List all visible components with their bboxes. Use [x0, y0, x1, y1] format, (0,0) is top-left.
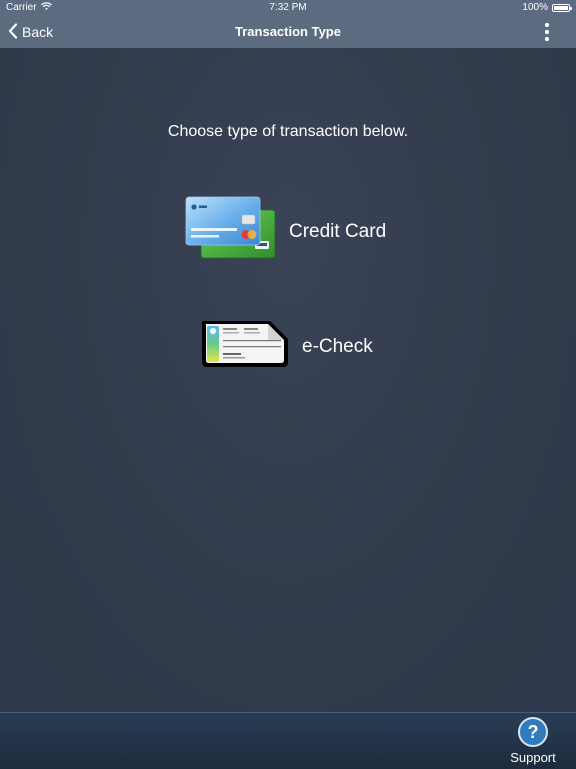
page-title: Transaction Type: [235, 24, 341, 39]
support-label: Support: [510, 750, 556, 765]
e-check-label: e-Check: [302, 335, 373, 357]
credit-card-label: Credit Card: [289, 220, 387, 242]
back-button[interactable]: Back: [8, 16, 53, 48]
battery-level-fill: [554, 5, 568, 10]
battery-indicator: 100%: [522, 2, 572, 13]
navigation-bar: Back Transaction Type: [0, 16, 576, 48]
main-content: Choose type of transaction below. Credit…: [0, 48, 576, 712]
support-button[interactable]: ? Support: [508, 717, 558, 765]
credit-card-icon: [185, 196, 277, 267]
more-options-button[interactable]: [536, 21, 558, 43]
battery-percent: 100%: [522, 2, 548, 13]
question-mark-icon: ?: [518, 717, 548, 747]
chevron-left-icon: [8, 22, 18, 42]
credit-card-option[interactable]: Credit Card: [185, 196, 386, 267]
status-time: 7:32 PM: [269, 2, 307, 13]
bottom-toolbar: ? Support: [0, 712, 576, 769]
instruction-text: Choose type of transaction below.: [167, 123, 409, 140]
status-bar: Carrier 7:32 PM 100%: [0, 0, 576, 16]
check-icon: [198, 318, 290, 375]
back-label: Back: [22, 24, 54, 40]
e-check-option[interactable]: e-Check: [198, 318, 373, 375]
vertical-ellipsis-icon: [536, 21, 558, 43]
battery-icon: [552, 3, 572, 12]
